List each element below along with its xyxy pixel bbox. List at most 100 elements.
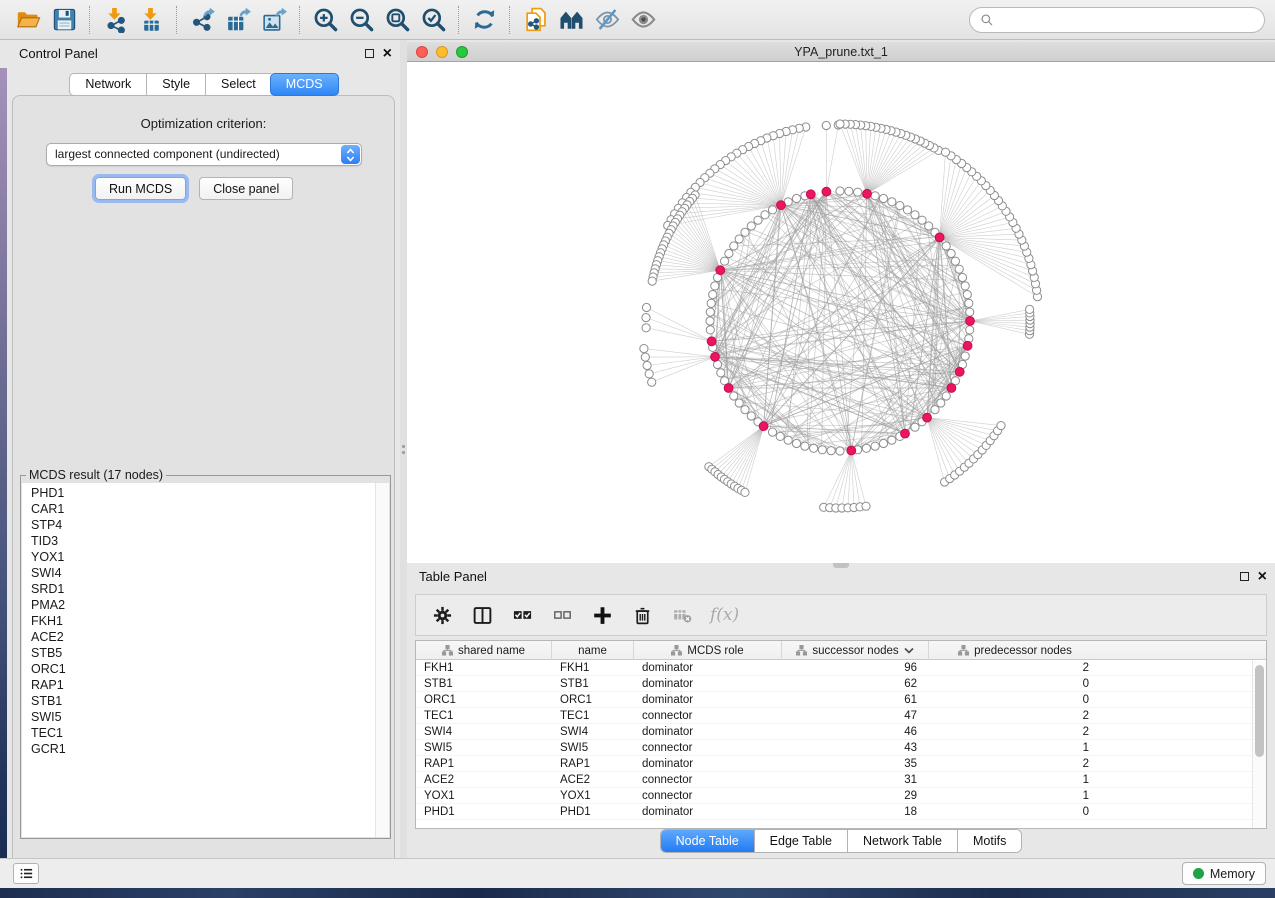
export-network-button[interactable] xyxy=(184,4,220,36)
show-columns-button[interactable] xyxy=(470,603,494,627)
mcds-result-item[interactable]: YOX1 xyxy=(31,549,375,565)
table-row[interactable]: ORC1ORC1dominator610 xyxy=(416,692,1252,708)
clone-network-button[interactable] xyxy=(517,4,553,36)
window-maximize-icon[interactable] xyxy=(456,46,468,58)
memory-button[interactable]: Memory xyxy=(1182,862,1266,885)
tab-motifs[interactable]: Motifs xyxy=(958,830,1021,852)
network-graph[interactable] xyxy=(407,62,1275,562)
open-file-icon xyxy=(15,6,42,33)
table-row[interactable]: STB1STB1dominator620 xyxy=(416,676,1252,692)
window-minimize-icon[interactable] xyxy=(436,46,448,58)
optimization-criterion-select[interactable]: largest connected component (undirected) xyxy=(46,143,362,166)
close-panel-icon[interactable]: × xyxy=(383,49,392,58)
mcds-result-item[interactable]: GCR1 xyxy=(31,741,375,757)
window-close-icon[interactable] xyxy=(416,46,428,58)
mcds-result-item[interactable]: STB1 xyxy=(31,693,375,709)
table-row[interactable]: SWI4SWI4dominator462 xyxy=(416,724,1252,740)
mcds-result-scrollbar[interactable] xyxy=(375,483,389,837)
network-window-titlebar[interactable]: YPA_prune.txt_1 xyxy=(407,42,1275,62)
zoom-in-button[interactable] xyxy=(307,4,343,36)
cell-MCDS-role: connector xyxy=(634,708,782,723)
save-session-button[interactable] xyxy=(46,4,82,36)
cell-predecessor-nodes: 1 xyxy=(929,740,1101,755)
table-row[interactable]: ACE2ACE2connector311 xyxy=(416,772,1252,788)
table-row[interactable]: FKH1FKH1dominator962 xyxy=(416,660,1252,676)
mcds-result-item[interactable]: STP4 xyxy=(31,517,375,533)
search-icon xyxy=(980,13,994,27)
cell-successor-nodes: 29 xyxy=(782,788,929,803)
mcds-result-list[interactable]: PHD1CAR1STP4TID3YOX1SWI4SRD1PMA2FKH1ACE2… xyxy=(22,483,375,837)
mcds-result-item[interactable]: ACE2 xyxy=(31,629,375,645)
column-header-name[interactable]: name xyxy=(552,641,634,660)
tab-edge-table[interactable]: Edge Table xyxy=(755,830,848,852)
settings-gear-button[interactable] xyxy=(430,603,454,627)
panel-split-divider[interactable] xyxy=(400,40,407,858)
open-file-button[interactable] xyxy=(10,4,46,36)
close-panel-button[interactable]: Close panel xyxy=(199,177,293,200)
import-table-button[interactable] xyxy=(133,4,169,36)
mcds-result-item[interactable]: SWI4 xyxy=(31,565,375,581)
deselect-all-checkboxes-button[interactable] xyxy=(550,603,574,627)
tab-network-table[interactable]: Network Table xyxy=(848,830,958,852)
zoom-selected-button[interactable] xyxy=(415,4,451,36)
mcds-result-item[interactable]: PMA2 xyxy=(31,597,375,613)
tab-network[interactable]: Network xyxy=(69,73,146,96)
search-input[interactable] xyxy=(1000,13,1254,27)
export-table-button[interactable] xyxy=(220,4,256,36)
search-box[interactable] xyxy=(969,7,1265,33)
import-network-button[interactable] xyxy=(97,4,133,36)
zoom-out-button[interactable] xyxy=(343,4,379,36)
column-header-successor-nodes[interactable]: successor nodes xyxy=(782,641,929,660)
cell-predecessor-nodes: 0 xyxy=(929,804,1101,819)
column-header-shared-name[interactable]: shared name xyxy=(416,641,552,660)
delete-columns-button[interactable] xyxy=(630,603,654,627)
refresh-network-icon xyxy=(471,6,498,33)
cell-shared-name: SWI4 xyxy=(416,724,552,739)
network-canvas[interactable] xyxy=(407,62,1275,562)
tab-select[interactable]: Select xyxy=(205,73,271,96)
table-row[interactable]: RAP1RAP1dominator352 xyxy=(416,756,1252,772)
zoom-fit-button[interactable] xyxy=(379,4,415,36)
tab-mcds[interactable]: MCDS xyxy=(270,73,339,96)
select-all-checkboxes-button[interactable] xyxy=(510,603,534,627)
column-header-MCDS-role[interactable]: MCDS role xyxy=(634,641,782,660)
show-columns-icon xyxy=(472,605,493,626)
mcds-result-item[interactable]: FKH1 xyxy=(31,613,375,629)
hierarchy-icon xyxy=(442,645,453,656)
table-row[interactable]: YOX1YOX1connector291 xyxy=(416,788,1252,804)
mcds-result-item[interactable]: ORC1 xyxy=(31,661,375,677)
mcds-result-item[interactable]: SRD1 xyxy=(31,581,375,597)
table-row[interactable]: SWI5SWI5connector431 xyxy=(416,740,1252,756)
refresh-network-button[interactable] xyxy=(466,4,502,36)
scrollbar-thumb[interactable] xyxy=(1255,665,1264,757)
cell-name: FKH1 xyxy=(552,660,634,675)
float-panel-icon[interactable] xyxy=(365,49,374,58)
add-column-button[interactable] xyxy=(590,603,614,627)
show-all-button[interactable] xyxy=(625,4,661,36)
binoculars-button[interactable] xyxy=(553,4,589,36)
delete-table-button[interactable] xyxy=(670,603,694,627)
close-table-panel-icon[interactable]: × xyxy=(1258,572,1267,581)
mcds-result-item[interactable]: SWI5 xyxy=(31,709,375,725)
float-table-panel-icon[interactable] xyxy=(1240,572,1249,581)
run-mcds-button[interactable]: Run MCDS xyxy=(95,177,186,200)
tab-style[interactable]: Style xyxy=(146,73,205,96)
function-builder-button[interactable]: f(x) xyxy=(710,603,739,627)
mcds-result-item[interactable]: RAP1 xyxy=(31,677,375,693)
mcds-result-item[interactable]: PHD1 xyxy=(31,485,375,501)
export-image-button[interactable] xyxy=(256,4,292,36)
cell-shared-name: FKH1 xyxy=(416,660,552,675)
select-stepper-icon xyxy=(341,145,360,164)
binoculars-icon xyxy=(558,6,585,33)
mcds-result-item[interactable]: STB5 xyxy=(31,645,375,661)
hide-selected-button[interactable] xyxy=(589,4,625,36)
mcds-result-item[interactable]: TEC1 xyxy=(31,725,375,741)
mcds-result-item[interactable]: CAR1 xyxy=(31,501,375,517)
mcds-result-item[interactable]: TID3 xyxy=(31,533,375,549)
tab-node-table[interactable]: Node Table xyxy=(661,830,755,852)
table-row[interactable]: PHD1PHD1dominator180 xyxy=(416,804,1252,820)
task-history-button[interactable] xyxy=(13,863,39,884)
node-table-scrollbar[interactable] xyxy=(1252,660,1266,828)
column-header-predecessor-nodes[interactable]: predecessor nodes xyxy=(929,641,1101,660)
table-row[interactable]: TEC1TEC1connector472 xyxy=(416,708,1252,724)
